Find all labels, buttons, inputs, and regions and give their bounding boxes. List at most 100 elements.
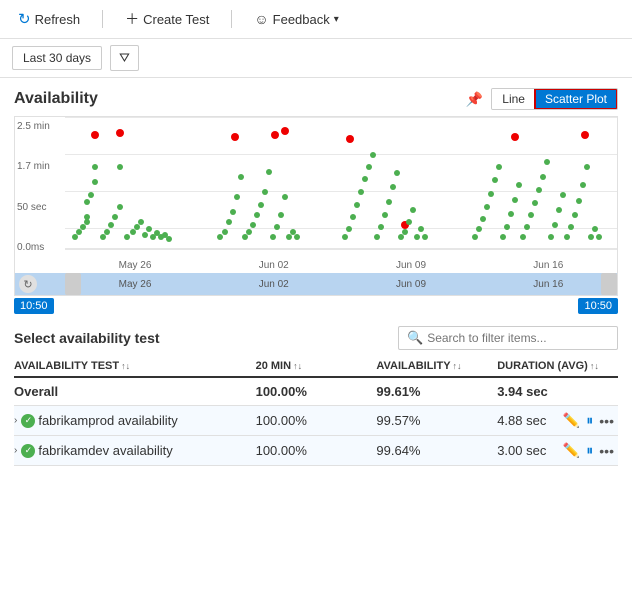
dot-green <box>166 236 172 242</box>
status-check-0: ✓ <box>21 414 35 428</box>
range-spin-icon[interactable]: ↻ <box>19 275 37 293</box>
dot-green <box>346 226 352 232</box>
x-label-may26: May 26 <box>119 260 152 271</box>
dot-green <box>258 202 264 208</box>
dot-green <box>84 199 90 205</box>
search-box[interactable]: 🔍 <box>398 326 618 350</box>
chart-controls: 📌 Line Scatter Plot <box>466 88 618 110</box>
sort-arrow-min20[interactable]: ↑↓ <box>293 361 302 371</box>
x-axis-labels: May 26 Jun 02 Jun 09 Jun 16 <box>65 255 617 275</box>
overall-availability: 99.61% <box>376 384 497 399</box>
edit-icon-1[interactable]: ✏️ <box>563 442 580 459</box>
overall-label: Overall <box>14 384 256 399</box>
pause-icon-0[interactable]: ⏸ <box>586 412 593 429</box>
filter-button[interactable]: ⛛ <box>110 45 139 71</box>
dot-green <box>560 192 566 198</box>
range-slider[interactable]: ↻ May 26 Jun 02 Jun 09 Jun 16 <box>15 273 617 295</box>
range-slider-container: ↻ May 26 Jun 02 Jun 09 Jun 16 <box>15 273 617 295</box>
dot-green <box>222 229 228 235</box>
dot-green <box>366 164 372 170</box>
dot-green <box>496 164 502 170</box>
dot-green <box>588 234 594 240</box>
dot-green <box>418 226 424 232</box>
table-row-1: › ✓ fabrikamdev availability 100.00% 99.… <box>14 436 618 466</box>
dot-green <box>294 234 300 240</box>
edit-icon-0[interactable]: ✏️ <box>563 412 580 429</box>
search-filter-row: Select availability test 🔍 <box>14 326 618 350</box>
more-icon-0[interactable]: ••• <box>599 413 614 429</box>
dot-green <box>596 234 602 240</box>
dot-green <box>350 214 356 220</box>
create-test-button[interactable]: ＋ Create Test <box>119 6 215 32</box>
dot-green <box>488 191 494 197</box>
search-input[interactable] <box>427 331 609 345</box>
dot-green <box>472 234 478 240</box>
more-icon-1[interactable]: ••• <box>599 443 614 459</box>
view-scatter-button[interactable]: Scatter Plot <box>535 89 617 109</box>
date-range-button[interactable]: Last 30 days <box>12 46 102 70</box>
x-label-jun09: Jun 09 <box>396 260 426 271</box>
dot-green <box>576 198 582 204</box>
sort-arrow-duration[interactable]: ↑↓ <box>590 361 599 371</box>
divider <box>102 10 103 28</box>
y-label-3: 0.0ms <box>17 242 63 253</box>
chevron-icon-0[interactable]: › <box>14 415 17 426</box>
dot-green <box>217 234 223 240</box>
top-bar: ↻ Refresh ＋ Create Test ☺ Feedback ▾ <box>0 0 632 39</box>
dot-green <box>124 234 130 240</box>
dot-green <box>134 224 140 230</box>
x-label-jun16: Jun 16 <box>533 260 563 271</box>
col-test: Availability Test ↑↓ <box>14 360 256 372</box>
chevron-down-icon: ▾ <box>334 14 339 25</box>
dot-green <box>572 212 578 218</box>
sort-arrow-test[interactable]: ↑↓ <box>121 361 130 371</box>
dot-green <box>238 174 244 180</box>
chevron-icon-1[interactable]: › <box>14 445 17 456</box>
dot-green <box>500 234 506 240</box>
dot-green <box>524 224 530 230</box>
dot-green <box>230 209 236 215</box>
dot-green <box>100 234 106 240</box>
dot-green <box>504 224 510 230</box>
pause-icon-1[interactable]: ⏸ <box>586 442 593 459</box>
dot-green <box>117 164 123 170</box>
dot-green <box>410 207 416 213</box>
pin-icon[interactable]: 📌 <box>466 91 483 108</box>
chart-title: Availability <box>14 90 98 108</box>
dot-green <box>286 234 292 240</box>
dot-green <box>528 212 534 218</box>
dot-green <box>282 194 288 200</box>
feedback-button[interactable]: ☺ Feedback ▾ <box>248 8 344 30</box>
row1-min20: 100.00% <box>256 443 377 458</box>
view-line-button[interactable]: Line <box>492 89 535 109</box>
dot-green <box>354 202 360 208</box>
availability-section: Select availability test 🔍 Availability … <box>14 326 618 466</box>
dot-green <box>242 234 248 240</box>
dot-green <box>84 214 90 220</box>
refresh-button[interactable]: ↻ Refresh <box>12 7 86 31</box>
row0-availability: 99.57% <box>376 413 497 428</box>
dot-green <box>80 224 86 230</box>
scatter-svg <box>65 117 617 257</box>
dot-red <box>581 131 589 139</box>
dot-green <box>117 204 123 210</box>
dot-green <box>398 234 404 240</box>
dot-green <box>112 214 118 220</box>
dot-green <box>548 234 554 240</box>
sort-arrow-availability[interactable]: ↑↓ <box>453 361 462 371</box>
divider2 <box>231 10 232 28</box>
toolbar: Last 30 days ⛛ <box>0 39 632 78</box>
y-label-2: 50 sec <box>17 202 63 213</box>
dot-red <box>281 127 289 135</box>
dot-green <box>422 234 428 240</box>
time-end-badge: 10:50 <box>578 298 618 314</box>
smiley-icon: ☺ <box>254 11 268 27</box>
dot-green <box>278 212 284 218</box>
table-title: Select availability test <box>14 330 160 346</box>
dot-green <box>390 184 396 190</box>
dot-green <box>270 234 276 240</box>
dot-green <box>406 219 412 225</box>
row0-actions: ✏️ ⏸ ••• <box>563 412 618 429</box>
dot-green <box>290 229 296 235</box>
row1-actions: ✏️ ⏸ ••• <box>563 442 618 459</box>
